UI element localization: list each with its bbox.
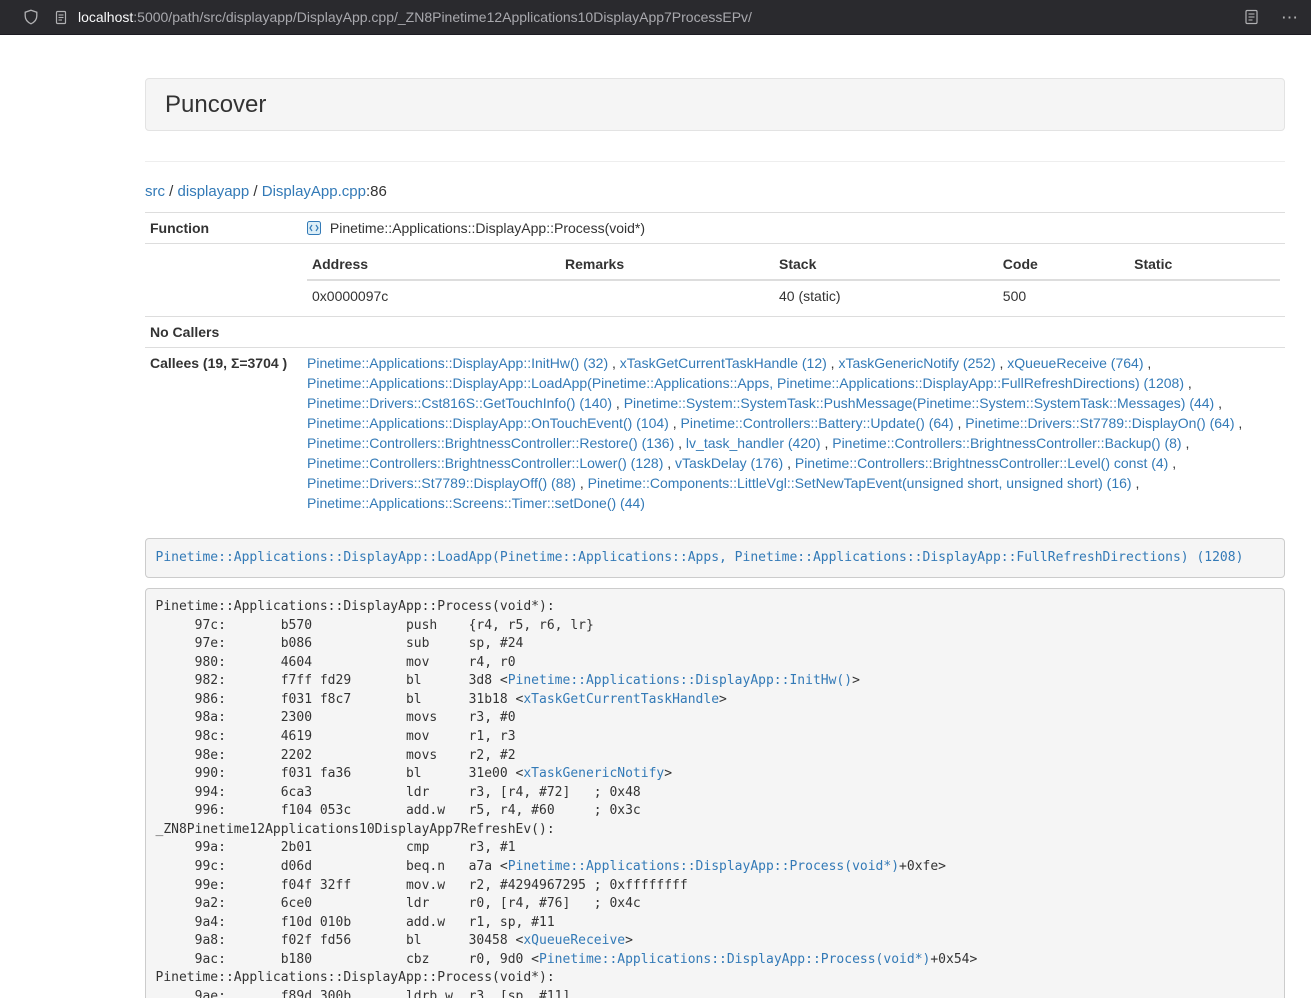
callee-link[interactable]: xQueueReceive (764) <box>1007 355 1143 371</box>
function-icon <box>307 220 330 236</box>
no-callers-cell <box>302 317 1285 348</box>
column-address: Address <box>307 249 560 280</box>
callee-link[interactable]: Pinetime::Controllers::Battery::Update()… <box>681 415 954 431</box>
breadcrumb-link[interactable]: DisplayApp.cpp <box>262 183 366 200</box>
app-header-panel: Puncover <box>145 78 1285 131</box>
disassembly-symbol-link[interactable]: Pinetime::Applications::DisplayApp::Proc… <box>508 859 899 874</box>
disassembly-symbol-link[interactable]: xQueueReceive <box>523 933 625 948</box>
column-code: Code <box>998 249 1129 280</box>
callee-link[interactable]: Pinetime::Controllers::BrightnessControl… <box>832 435 1181 451</box>
callee-link[interactable]: Pinetime::Controllers::BrightnessControl… <box>307 435 674 451</box>
callee-link[interactable]: xTaskGetCurrentTaskHandle (12) <box>620 355 827 371</box>
app-title: Puncover <box>165 88 1265 121</box>
page-container: Puncover src / displayapp / DisplayApp.c… <box>145 78 1285 998</box>
remarks-value <box>560 280 774 311</box>
callee-link[interactable]: Pinetime::Applications::Screens::Timer::… <box>307 495 645 511</box>
callee-link[interactable]: Pinetime::Applications::DisplayApp::Load… <box>307 375 1184 391</box>
column-static: Static <box>1129 249 1280 280</box>
function-row: Function Pinetime::Applications::Display… <box>145 213 1285 244</box>
url-host: localhost <box>78 9 133 25</box>
browser-url-bar[interactable]: localhost:5000/path/src/displayapp/Displ… <box>0 0 1311 35</box>
callee-link[interactable]: Pinetime::Controllers::BrightnessControl… <box>795 455 1168 471</box>
callee-link[interactable]: Pinetime::Drivers::St7789::DisplayOff() … <box>307 475 576 491</box>
function-name-cell: Pinetime::Applications::DisplayApp::Proc… <box>302 213 1285 244</box>
page-info-icon[interactable] <box>54 10 68 25</box>
loadapp-symbol-link[interactable]: Pinetime::Applications::DisplayApp::Load… <box>156 550 1244 565</box>
column-remarks: Remarks <box>560 249 774 280</box>
callee-link[interactable]: Pinetime::Drivers::St7789::DisplayOn() (… <box>965 415 1234 431</box>
callee-link[interactable]: lv_task_handler (420) <box>686 435 821 451</box>
callees-row: Callees (19, Σ=3704 ) Pinetime::Applicat… <box>145 348 1285 519</box>
callee-link[interactable]: xTaskGenericNotify (252) <box>838 355 995 371</box>
metrics-header-row: Address Remarks Stack Code Static <box>307 249 1280 280</box>
callee-link[interactable]: Pinetime::Controllers::BrightnessControl… <box>307 455 663 471</box>
callees-label: Callees (19, Σ=3704 ) <box>145 348 302 519</box>
callee-link[interactable]: Pinetime::System::SystemTask::PushMessag… <box>624 395 1215 411</box>
function-label: Function <box>145 213 302 244</box>
disassembly-block: Pinetime::Applications::DisplayApp::Proc… <box>145 588 1285 998</box>
address-bar-url[interactable]: localhost:5000/path/src/displayapp/Displ… <box>78 9 752 25</box>
metrics-row: Address Remarks Stack Code Static 0x0000… <box>145 244 1285 317</box>
page-actions-menu-icon[interactable]: ⋯ <box>1281 9 1299 26</box>
function-name: Pinetime::Applications::DisplayApp::Proc… <box>330 220 645 236</box>
breadcrumb: src / displayapp / DisplayApp.cpp:86 <box>145 182 1285 202</box>
tracking-protection-shield-icon[interactable] <box>23 9 39 25</box>
disassembly-symbol-link[interactable]: Pinetime::Applications::DisplayApp::Init… <box>508 673 852 688</box>
metrics-cell: Address Remarks Stack Code Static 0x0000… <box>302 244 1285 317</box>
column-stack: Stack <box>774 249 998 280</box>
disassembly-symbol-link[interactable]: xTaskGetCurrentTaskHandle <box>523 692 719 707</box>
no-callers-label: No Callers <box>145 317 302 348</box>
stack-value: 40 (static) <box>774 280 998 311</box>
reader-mode-icon[interactable] <box>1244 9 1259 25</box>
metrics-value-row: 0x0000097c 40 (static) 500 <box>307 280 1280 311</box>
url-path: :5000/path/src/displayapp/DisplayApp.cpp… <box>133 9 752 25</box>
callee-link[interactable]: Pinetime::Drivers::Cst816S::GetTouchInfo… <box>307 395 612 411</box>
callee-link[interactable]: vTaskDelay (176) <box>675 455 783 471</box>
divider <box>145 161 1285 162</box>
breadcrumb-link[interactable]: displayapp <box>178 183 250 200</box>
metrics-table: Address Remarks Stack Code Static 0x0000… <box>307 249 1280 311</box>
no-callers-row: No Callers <box>145 317 1285 348</box>
disassembly-symbol-link[interactable]: xTaskGenericNotify <box>523 766 664 781</box>
loadapp-symbol-box: Pinetime::Applications::DisplayApp::Load… <box>145 538 1285 578</box>
metrics-row-spacer <box>145 244 302 317</box>
callees-list: Pinetime::Applications::DisplayApp::Init… <box>302 348 1285 519</box>
static-value <box>1129 280 1280 311</box>
callee-link[interactable]: Pinetime::Applications::DisplayApp::OnTo… <box>307 415 669 431</box>
breadcrumb-link[interactable]: src <box>145 183 165 200</box>
symbol-detail-table: Function Pinetime::Applications::Display… <box>145 212 1285 518</box>
code-value: 500 <box>998 280 1129 311</box>
callee-link[interactable]: Pinetime::Applications::DisplayApp::Init… <box>307 355 608 371</box>
address-value: 0x0000097c <box>307 280 560 311</box>
disassembly-symbol-link[interactable]: Pinetime::Applications::DisplayApp::Proc… <box>539 952 930 967</box>
callee-link[interactable]: Pinetime::Components::LittleVgl::SetNewT… <box>588 475 1132 491</box>
